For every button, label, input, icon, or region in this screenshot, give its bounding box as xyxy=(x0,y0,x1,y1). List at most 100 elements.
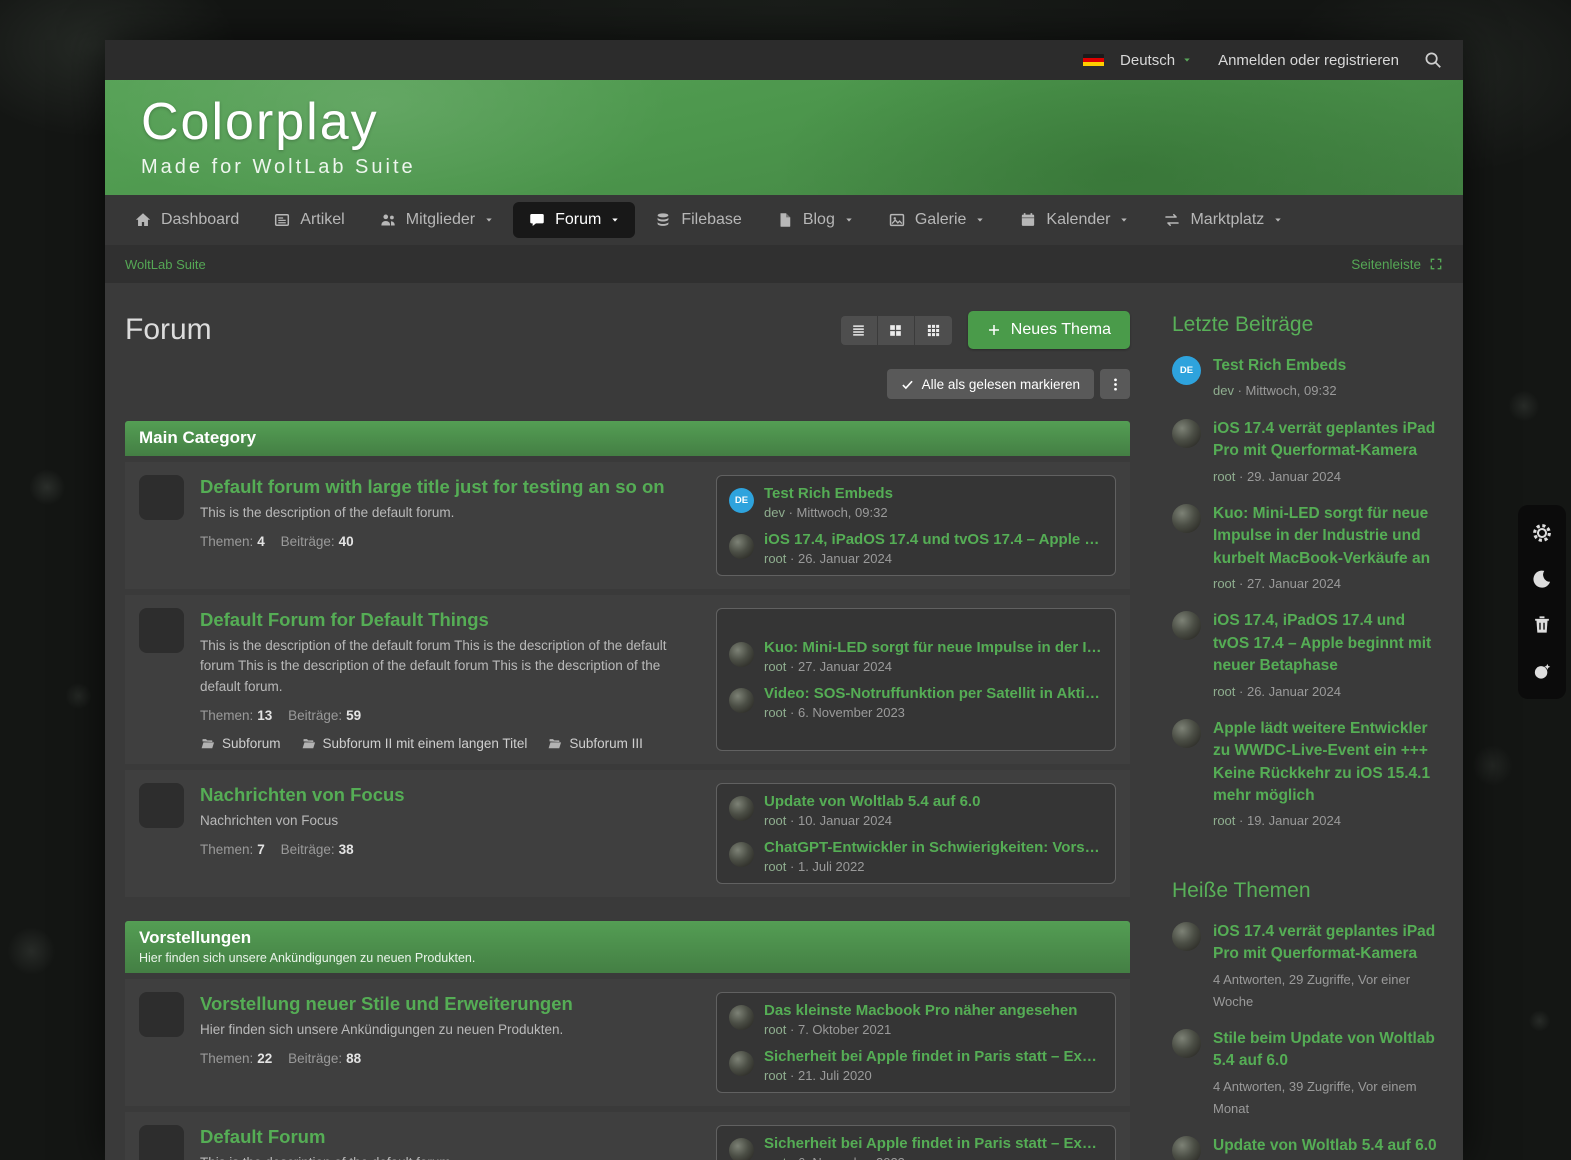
post-author-link[interactable]: root xyxy=(764,1155,786,1160)
more-options-button[interactable] xyxy=(1100,369,1130,399)
sidebar-section-title: Heiße Themen xyxy=(1172,879,1443,903)
avatar-photo[interactable] xyxy=(729,688,754,713)
forum-stats: Themen:7 Beiträge:38 xyxy=(200,842,700,857)
avatar-photo[interactable] xyxy=(1172,611,1201,640)
nav-item-artikel[interactable]: Artikel xyxy=(258,202,359,238)
nav-item-galerie[interactable]: Galerie xyxy=(873,202,1001,238)
sidebar-item-title-link[interactable]: Stile beim Update von Woltlab 5.4 auf 6.… xyxy=(1213,1028,1443,1073)
sidebar-author-link[interactable]: dev xyxy=(1213,383,1234,398)
breadcrumb[interactable]: WoltLab Suite xyxy=(125,257,206,272)
top-bar: Deutsch Anmelden oder registrieren xyxy=(105,40,1463,80)
nav-item-kalender[interactable]: Kalender xyxy=(1004,202,1144,238)
sidebar-section: Letzte Beiträge DE Test Rich Embeds dev … xyxy=(1172,313,1443,833)
sidebar-item-title-link[interactable]: iOS 17.4 verrät geplantes iPad Pro mit Q… xyxy=(1213,418,1443,463)
avatar-photo[interactable] xyxy=(1172,504,1201,533)
folder-open-icon xyxy=(149,1001,175,1027)
forum-title-link[interactable]: Default forum with large title just for … xyxy=(200,476,665,498)
post-author-link[interactable]: dev xyxy=(764,505,785,520)
forum-stats: Themen:13 Beiträge:59 xyxy=(200,708,700,723)
compact-view-button[interactable] xyxy=(915,316,952,345)
grid-view-button[interactable] xyxy=(878,316,915,345)
mark-read-button[interactable]: Alle als gelesen markieren xyxy=(887,369,1094,399)
nav-item-mitglieder[interactable]: Mitglieder xyxy=(364,202,509,238)
avatar-photo[interactable] xyxy=(729,1138,754,1160)
sidebar-list-item: DE Test Rich Embeds dev · Mittwoch, 09:3… xyxy=(1172,355,1443,403)
subforum-link[interactable]: Subforum II mit einem langen Titel xyxy=(301,736,528,751)
comment-icon xyxy=(528,211,546,229)
avatar-photo[interactable] xyxy=(729,842,754,867)
dark-mode-icon[interactable] xyxy=(1531,568,1553,590)
post-title-link[interactable]: Video: SOS-Notruffunktion per Satellit i… xyxy=(764,685,1103,702)
sidebar-author-link[interactable]: root xyxy=(1213,576,1235,591)
avatar-photo[interactable] xyxy=(1172,1029,1201,1058)
post-author-link[interactable]: root xyxy=(764,1068,786,1083)
sidebar-item-title-link[interactable]: Update von Woltlab 5.4 auf 6.0 xyxy=(1213,1135,1443,1157)
nav-item-blog[interactable]: Blog xyxy=(761,202,869,238)
nav-item-label: Artikel xyxy=(300,211,344,229)
new-topic-button[interactable]: Neues Thema xyxy=(968,311,1130,349)
avatar-photo[interactable] xyxy=(1172,1136,1201,1160)
list-view-button[interactable] xyxy=(841,316,878,345)
sidebar-item-meta: 4 Antworten, 39 Zugriffe, Vor einem Mona… xyxy=(1213,1076,1443,1120)
forum-title-link[interactable]: Default Forum for Default Things xyxy=(200,609,489,631)
sidebar-item-title-link[interactable]: Kuo: Mini-LED sorgt für neue Impulse in … xyxy=(1213,503,1443,570)
language-selector[interactable]: Deutsch xyxy=(1083,52,1192,69)
settings-icon[interactable] xyxy=(1531,522,1553,544)
latest-posts-box: Kuo: Mini-LED sorgt für neue Impulse in … xyxy=(716,608,1116,751)
post-title-link[interactable]: Sicherheit bei Apple findet in Paris sta… xyxy=(764,1135,1103,1152)
post-title-link[interactable]: ChatGPT-Entwickler in Schwierigkeiten: V… xyxy=(764,839,1103,856)
sidebar-item-title-link[interactable]: iOS 17.4 verrät geplantes iPad Pro mit Q… xyxy=(1213,921,1443,966)
post-author-link[interactable]: root xyxy=(764,813,786,828)
sidebar-item-title-link[interactable]: Apple lädt weitere Entwickler zu WWDC-Li… xyxy=(1213,718,1443,808)
nav-item-dashboard[interactable]: Dashboard xyxy=(119,202,254,238)
post-author-link[interactable]: root xyxy=(764,1022,786,1037)
avatar-photo[interactable] xyxy=(729,1051,754,1076)
main-column: Forum Neues Thema xyxy=(125,307,1130,1160)
post-meta: root · 21. Juli 2020 xyxy=(764,1068,1103,1083)
avatar-photo[interactable] xyxy=(729,642,754,667)
subforum-link[interactable]: Subforum xyxy=(200,736,281,751)
nav-item-label: Blog xyxy=(803,211,835,229)
style-changer-icon[interactable] xyxy=(1531,660,1553,682)
post-title-link[interactable]: iOS 17.4, iPadOS 17.4 und tvOS 17.4 – Ap… xyxy=(764,531,1103,548)
sidebar-author-link[interactable]: root xyxy=(1213,684,1235,699)
avatar-photo[interactable] xyxy=(729,534,754,559)
post-author-link[interactable]: root xyxy=(764,659,786,674)
latest-posts-box: Sicherheit bei Apple findet in Paris sta… xyxy=(716,1125,1116,1160)
sidebar-item-title-link[interactable]: Test Rich Embeds xyxy=(1213,355,1443,377)
post-title-link[interactable]: Test Rich Embeds xyxy=(764,485,1103,502)
forum-title-link[interactable]: Vorstellung neuer Stile und Erweiterunge… xyxy=(200,993,573,1015)
post-author-link[interactable]: root xyxy=(764,859,786,874)
forum-title-link[interactable]: Nachrichten von Focus xyxy=(200,784,405,806)
post-author-link[interactable]: root xyxy=(764,705,786,720)
sidebar-toggle[interactable]: Seitenleiste xyxy=(1351,257,1443,272)
sidebar-item-meta: root · 26. Januar 2024 xyxy=(1213,681,1443,703)
avatar-de[interactable]: DE xyxy=(1172,356,1201,385)
post-title-link[interactable]: Das kleinste Macbook Pro näher angesehen xyxy=(764,1002,1103,1019)
latest-post: Das kleinste Macbook Pro näher angesehen… xyxy=(729,1002,1103,1037)
trash-icon[interactable] xyxy=(1531,614,1553,636)
avatar-photo[interactable] xyxy=(1172,419,1201,448)
sidebar-item-title-link[interactable]: iOS 17.4, iPadOS 17.4 und tvOS 17.4 – Ap… xyxy=(1213,610,1443,677)
post-title-link[interactable]: Update von Woltlab 5.4 auf 6.0 xyxy=(764,793,1103,810)
avatar-photo[interactable] xyxy=(1172,922,1201,951)
avatar-photo[interactable] xyxy=(1172,719,1201,748)
nav-item-label: Galerie xyxy=(915,211,967,229)
post-title-link[interactable]: Sicherheit bei Apple findet in Paris sta… xyxy=(764,1048,1103,1065)
login-link[interactable]: Anmelden oder registrieren xyxy=(1218,52,1399,69)
nav-item-forum[interactable]: Forum xyxy=(513,202,635,238)
avatar-photo[interactable] xyxy=(729,1005,754,1030)
site-logo[interactable]: Colorplay xyxy=(141,96,1463,148)
nav-item-marktplatz[interactable]: Marktplatz xyxy=(1148,202,1298,238)
post-title-link[interactable]: Kuo: Mini-LED sorgt für neue Impulse in … xyxy=(764,639,1103,656)
nav-item-filebase[interactable]: Filebase xyxy=(639,202,756,238)
avatar-de[interactable]: DE xyxy=(729,488,754,513)
post-author-link[interactable]: root xyxy=(764,551,786,566)
search-icon[interactable] xyxy=(1423,50,1443,70)
forum-title-link[interactable]: Default Forum xyxy=(200,1126,325,1148)
subforum-link[interactable]: Subforum III xyxy=(547,736,643,751)
avatar-photo[interactable] xyxy=(729,796,754,821)
caret-down-icon xyxy=(1182,55,1192,65)
sidebar-author-link[interactable]: root xyxy=(1213,469,1235,484)
sidebar-author-link[interactable]: root xyxy=(1213,813,1235,828)
